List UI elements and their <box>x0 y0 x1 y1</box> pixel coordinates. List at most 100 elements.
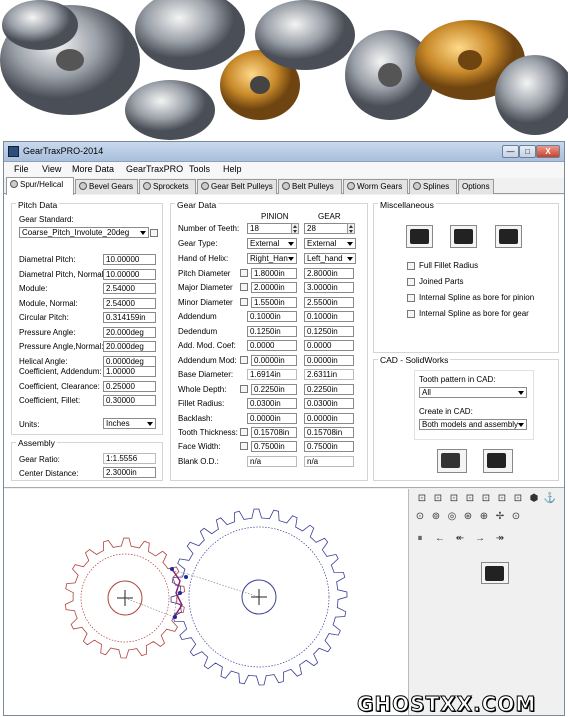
gear-value[interactable]: 0.0000 <box>304 340 354 352</box>
pinion-value[interactable]: 0.0000in <box>251 354 297 366</box>
gear-row-checkbox[interactable] <box>240 384 248 393</box>
gear-preview-canvas[interactable] <box>4 489 408 715</box>
gear-row-checkbox[interactable] <box>240 297 248 306</box>
pinion-value[interactable]: 0.2250in <box>251 383 297 395</box>
zoom-fit-icon[interactable]: ⊙ <box>413 511 427 523</box>
center-icon[interactable]: ⊙ <box>509 511 523 523</box>
full-fillet-checkbox[interactable] <box>407 262 415 270</box>
gear-value[interactable]: 0.0000in <box>304 412 354 424</box>
gear-value[interactable]: External <box>304 238 356 249</box>
pitch-row-input[interactable]: 20.000deg <box>103 326 156 338</box>
pinion-teeth-spinner[interactable] <box>291 223 299 234</box>
pitch-row-input[interactable]: 0.0000deg <box>103 355 156 367</box>
step-forward-icon[interactable]: → <box>473 533 487 545</box>
view-front-icon[interactable]: ⊡ <box>415 493 429 505</box>
pitch-row-input[interactable]: 2.54000 <box>103 283 156 294</box>
view-back-icon[interactable]: ⊡ <box>431 493 445 505</box>
pinion-value[interactable]: 0.1250in <box>247 325 297 337</box>
gear-value[interactable]: 2.5500in <box>304 296 354 308</box>
tab-gear-belt-pulleys[interactable]: Gear Belt Pulleys <box>197 179 277 194</box>
view-top-icon[interactable]: ⊡ <box>447 493 461 505</box>
maximize-button[interactable]: □ <box>519 145 536 158</box>
shaded-icon[interactable]: ⬢ <box>527 493 541 505</box>
fast-forward-icon[interactable]: ↠ <box>493 533 507 545</box>
gear-standard-select[interactable]: Coarse_Pitch_Involute_20deg <box>19 227 149 238</box>
menu-more-data[interactable]: More Data <box>72 164 114 174</box>
pinion-value[interactable]: 0.15708in <box>251 426 297 438</box>
gear-value[interactable]: 0.15708in <box>304 426 354 438</box>
pinion-value[interactable]: 0.0300in <box>247 398 297 410</box>
menu-view[interactable]: View <box>42 164 61 174</box>
caliper-button[interactable] <box>495 225 522 248</box>
clipboard-button[interactable] <box>481 562 509 584</box>
fast-back-icon[interactable]: ↞ <box>453 533 467 545</box>
pinion-value[interactable]: 18 <box>247 223 297 234</box>
tab-belt-pulleys[interactable]: Belt Pulleys <box>278 179 342 194</box>
rotate-icon[interactable]: ⊛ <box>461 511 475 523</box>
gear-value[interactable]: 0.0300in <box>304 398 354 410</box>
view-right-icon[interactable]: ⊡ <box>495 493 509 505</box>
export-cad-button[interactable] <box>483 449 513 473</box>
gauge-button[interactable] <box>406 225 433 248</box>
pinion-value[interactable]: Right_Han <box>247 253 297 264</box>
weight-button[interactable] <box>450 225 477 248</box>
coef-row-input[interactable]: 1.00000 <box>103 366 156 377</box>
minimize-button[interactable]: — <box>502 145 519 158</box>
tab-sprockets[interactable]: Sprockets <box>139 179 196 194</box>
gear-row-checkbox[interactable] <box>240 355 248 364</box>
zoom-window-icon[interactable]: ⊚ <box>429 511 443 523</box>
gear-value[interactable]: 3.0000in <box>304 282 354 294</box>
close-button[interactable]: X <box>536 145 560 158</box>
table-button[interactable] <box>437 449 467 473</box>
pitch-row-input[interactable]: 10.00000 <box>103 254 156 265</box>
pinion-value[interactable]: 0.0000in <box>247 412 297 424</box>
tab-options[interactable]: Options <box>458 179 494 194</box>
pinion-value[interactable]: 2.0000in <box>251 282 297 294</box>
create-in-cad-select[interactable]: Both models and assembly <box>419 419 527 430</box>
gear-row-checkbox[interactable] <box>240 442 248 451</box>
pinion-value[interactable]: 0.1000in <box>247 311 297 323</box>
view-bottom-icon[interactable]: ⊡ <box>463 493 477 505</box>
gear-value[interactable]: 2.8000in <box>304 268 354 279</box>
pitch-row-input[interactable]: 0.314159in <box>103 312 156 323</box>
menu-geartraxpro[interactable]: GearTraxPRO <box>126 164 183 174</box>
menu-tools[interactable]: Tools <box>189 164 210 174</box>
gear-value[interactable]: 0.2250in <box>304 383 354 395</box>
view-iso-icon[interactable]: ⊡ <box>511 493 525 505</box>
tooth-pattern-select[interactable]: All <box>419 387 527 398</box>
spline-gear-checkbox[interactable] <box>407 310 415 318</box>
menu-help[interactable]: Help <box>223 164 242 174</box>
pan-icon[interactable]: ⊕ <box>477 511 491 523</box>
units-select[interactable]: Inches <box>103 418 156 429</box>
anchor-icon[interactable]: ⚓ <box>543 493 557 505</box>
center-distance-input[interactable]: 2.3000in <box>103 467 156 478</box>
tab-splines[interactable]: Splines <box>409 179 457 194</box>
pause-icon[interactable]: ⏸ <box>413 533 427 545</box>
move-icon[interactable]: ✢ <box>493 511 507 523</box>
pinion-value[interactable]: 0.7500in <box>251 441 297 453</box>
gear-value[interactable]: 0.7500in <box>304 441 354 453</box>
gear-row-checkbox[interactable] <box>240 283 248 292</box>
gear-row-checkbox[interactable] <box>240 269 248 277</box>
pinion-value[interactable]: 1.5500in <box>251 296 297 308</box>
zoom-in-icon[interactable]: ◎ <box>445 511 459 523</box>
tab-spur-helical[interactable]: Spur/Helical <box>6 177 74 195</box>
step-back-icon[interactable]: ← <box>433 533 447 545</box>
pitch-row-input[interactable]: 20.000deg <box>103 341 156 352</box>
gear-teeth-spinner[interactable] <box>347 223 355 234</box>
gear-standard-checkbox[interactable] <box>150 229 158 237</box>
pitch-row-input[interactable]: 2.54000 <box>103 297 156 309</box>
pinion-value[interactable]: 0.0000 <box>247 340 297 352</box>
menu-file[interactable]: File <box>14 164 29 174</box>
coef-row-input[interactable]: 0.25000 <box>103 380 156 392</box>
coef-row-input[interactable]: 0.30000 <box>103 395 156 406</box>
view-left-icon[interactable]: ⊡ <box>479 493 493 505</box>
tab-bevel-gears[interactable]: Bevel Gears <box>75 179 138 194</box>
gear-value[interactable]: Left_hand <box>304 253 356 264</box>
gear-value[interactable]: 0.1250in <box>304 325 354 337</box>
pitch-row-input[interactable]: 10.00000 <box>103 268 156 280</box>
gear-value[interactable]: 0.1000in <box>304 311 354 323</box>
gear-row-checkbox[interactable] <box>240 427 248 436</box>
gear-value[interactable]: 0.0000in <box>304 354 354 366</box>
tab-worm-gears[interactable]: Worm Gears <box>343 179 408 194</box>
